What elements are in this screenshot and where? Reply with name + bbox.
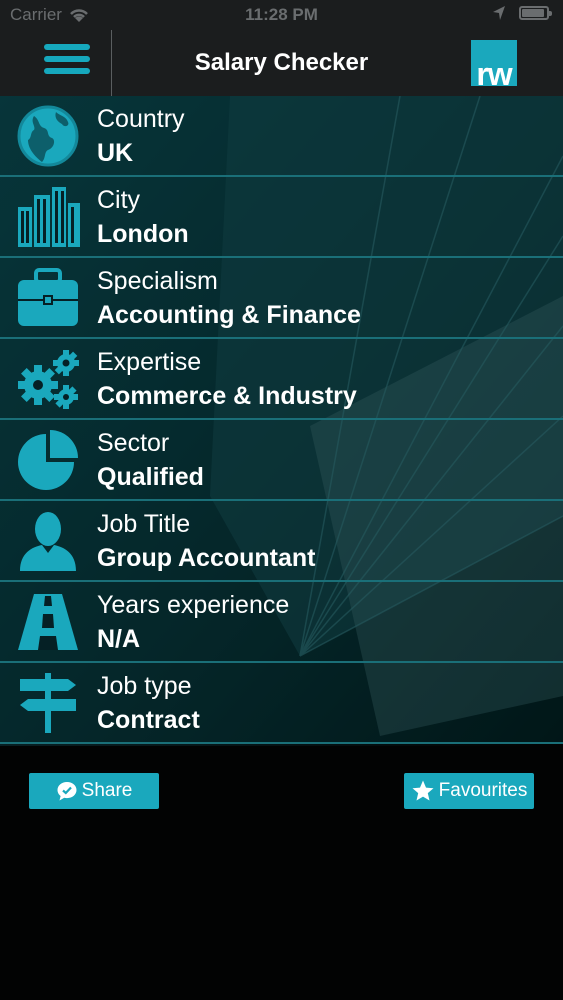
logo-text: rw (476, 56, 512, 86)
row-job-type[interactable]: Job type Contract (0, 663, 563, 744)
row-expertise[interactable]: Expertise Commerce & Industry (0, 339, 563, 420)
criteria-list: Country UK City London Specialism Accoun… (0, 96, 563, 744)
page-title: Salary Checker (194, 49, 369, 76)
row-value: Group Accountant (97, 544, 316, 572)
row-sector[interactable]: Sector Qualified (0, 420, 563, 501)
row-label: Years experience (97, 591, 290, 619)
person-icon (20, 512, 76, 571)
row-value: N/A (97, 625, 141, 653)
row-city[interactable]: City London (0, 177, 563, 258)
signpost-icon (20, 673, 76, 733)
hamburger-menu-icon[interactable] (44, 44, 90, 82)
row-country[interactable]: Country UK (0, 96, 563, 177)
status-time: 11:28 PM (245, 5, 318, 24)
row-label: Country (97, 105, 185, 133)
row-value: London (97, 220, 189, 248)
globe-icon (17, 105, 79, 167)
share-label: Share (81, 780, 133, 801)
chat-bubble-icon (57, 782, 77, 801)
road-icon (18, 594, 78, 650)
share-button[interactable]: Share (29, 773, 159, 809)
row-years-experience[interactable]: Years experience N/A (0, 582, 563, 663)
status-indicators (493, 6, 552, 20)
row-value: Qualified (97, 463, 204, 491)
favourites-button[interactable]: Favourites (404, 773, 534, 809)
row-label: City (97, 186, 141, 214)
buildings-icon (18, 187, 80, 247)
row-value: Commerce & Industry (97, 382, 357, 410)
pie-chart-icon (18, 430, 78, 490)
row-value: UK (97, 139, 134, 167)
row-value: Contract (97, 706, 200, 734)
status-bar: Carrier 11:28 PM (0, 0, 563, 30)
row-label: Sector (97, 429, 170, 457)
app-screen: Carrier 11:28 PM Salary Checker rw Count… (0, 0, 563, 1000)
battery-icon (519, 6, 552, 20)
star-icon (412, 780, 434, 801)
row-job-title[interactable]: Job Title Group Accountant (0, 501, 563, 582)
row-specialism[interactable]: Specialism Accounting & Finance (0, 258, 563, 339)
row-label: Job Title (97, 510, 191, 538)
row-label: Job type (97, 672, 192, 700)
nav-bar: Salary Checker rw (0, 30, 563, 96)
rw-logo: rw (471, 40, 517, 86)
row-value: Accounting & Finance (97, 301, 361, 329)
row-label: Expertise (97, 348, 202, 376)
favourites-label: Favourites (438, 780, 528, 801)
briefcase-icon (18, 268, 78, 326)
row-label: Specialism (97, 267, 218, 295)
gears-icon (18, 350, 79, 409)
location-arrow-icon (493, 6, 505, 20)
